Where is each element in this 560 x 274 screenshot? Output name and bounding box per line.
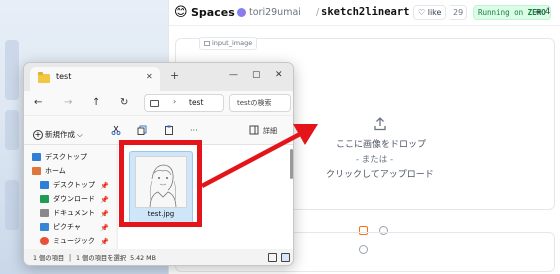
drag-arrow-icon: [200, 124, 318, 188]
